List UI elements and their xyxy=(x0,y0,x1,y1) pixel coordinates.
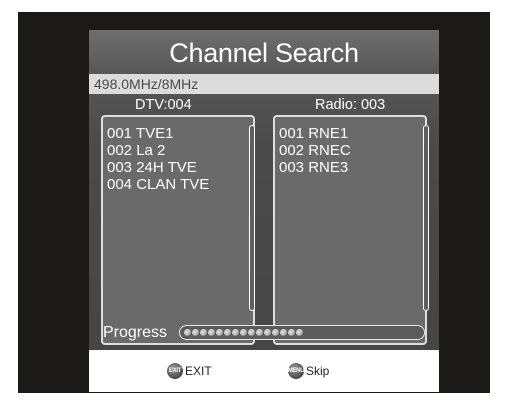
tv-channel-list[interactable]: 001 TVE1 002 La 2 003 24H TVE 004 CLAN T… xyxy=(101,115,255,345)
skip-label: Skip xyxy=(306,364,330,378)
progress-label: Progress xyxy=(103,324,168,341)
list-item: 001 TVE1 xyxy=(107,125,174,142)
progress-bead xyxy=(296,329,303,336)
progress-bead xyxy=(288,329,295,336)
tv-count-header: DTV:004 xyxy=(135,97,192,113)
radio-count-header: Radio: 003 xyxy=(315,97,386,113)
progress-bead xyxy=(248,329,255,336)
exit-label: EXIT xyxy=(185,364,212,378)
list-item: 003 RNE3 xyxy=(279,159,349,176)
progress-bead xyxy=(216,329,223,336)
radio-list-scrollbar[interactable] xyxy=(423,125,429,311)
skip-button[interactable]: MENU Skip xyxy=(288,363,329,379)
progress-bead xyxy=(208,329,215,336)
progress-fill xyxy=(180,326,311,339)
progress-bead xyxy=(280,329,287,336)
progress-bead xyxy=(256,329,263,336)
menu-key-icon: MENU xyxy=(288,363,305,379)
progress-bead xyxy=(200,329,207,336)
progress-bar xyxy=(179,325,425,340)
radio-channel-list[interactable]: 001 RNE1 002 RNEC 003 RNE3 xyxy=(273,115,429,345)
exit-key-icon: EXIT xyxy=(167,363,183,379)
frequency-bar: 498.0MHz/8MHz xyxy=(89,74,439,94)
tv-list-scrollbar[interactable] xyxy=(249,125,255,311)
list-item: 001 RNE1 xyxy=(279,125,349,142)
progress-bead xyxy=(232,329,239,336)
exit-button[interactable]: EXIT EXIT xyxy=(167,363,212,379)
progress-bead xyxy=(240,329,247,336)
frequency-readout: 498.0MHz/8MHz xyxy=(94,76,199,92)
list-item: 004 CLAN TVE xyxy=(107,176,210,193)
footer-bar: EXIT EXIT MENU Skip xyxy=(89,350,439,392)
progress-bead xyxy=(192,329,199,336)
list-item: 002 La 2 xyxy=(107,142,166,159)
progress-bead xyxy=(264,329,271,336)
dialog-title: Channel Search xyxy=(169,38,359,68)
channel-search-dialog: Channel Search 498.0MHz/8MHz DTV:004 Rad… xyxy=(89,30,439,392)
list-item: 002 RNEC xyxy=(279,142,351,159)
list-item: 003 24H TVE xyxy=(107,159,197,176)
progress-bead xyxy=(224,329,231,336)
progress-bead xyxy=(272,329,279,336)
progress-bead xyxy=(184,329,191,336)
